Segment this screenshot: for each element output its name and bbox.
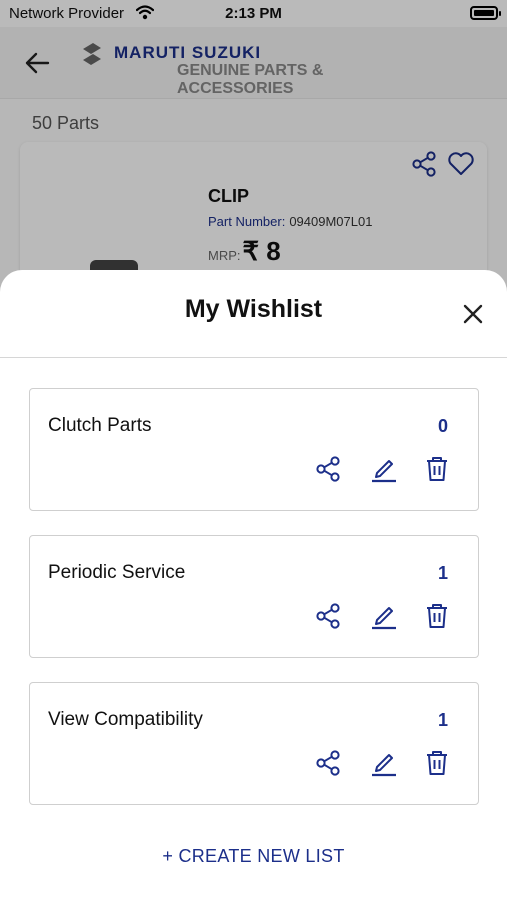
trash-icon	[427, 457, 447, 481]
wishlist-count: 1	[437, 710, 448, 730]
close-icon	[463, 304, 483, 324]
delete-list-button[interactable]	[419, 598, 455, 634]
wishlist-item[interactable]: Periodic Service 1	[29, 535, 479, 658]
pencil-icon	[372, 754, 396, 777]
share-icon	[316, 750, 340, 776]
edit-list-button[interactable]	[366, 451, 402, 487]
wishlist-count: 1	[437, 563, 448, 583]
wishlist-name: Clutch Parts	[48, 415, 152, 436]
sheet-title: My Wishlist	[184, 295, 323, 323]
sheet-header: My Wishlist	[0, 270, 507, 358]
wishlist-count: 0	[437, 416, 448, 436]
pencil-icon	[372, 607, 396, 630]
pencil-icon	[372, 460, 396, 483]
delete-list-button[interactable]	[419, 451, 455, 487]
share-list-button[interactable]	[310, 451, 346, 487]
edit-list-button[interactable]	[366, 598, 402, 634]
close-button[interactable]	[453, 294, 493, 334]
trash-icon	[427, 604, 447, 628]
share-icon	[316, 603, 340, 629]
share-icon	[316, 456, 340, 482]
wishlist-name: Periodic Service	[48, 562, 186, 583]
share-list-button[interactable]	[310, 745, 346, 781]
wishlist-item[interactable]: View Compatibility 1	[29, 682, 479, 805]
share-list-button[interactable]	[310, 598, 346, 634]
edit-list-button[interactable]	[366, 745, 402, 781]
trash-icon	[427, 751, 447, 775]
wishlist-name: View Compatibility	[48, 709, 203, 730]
delete-list-button[interactable]	[419, 745, 455, 781]
create-new-list-button[interactable]: + CREATE NEW LIST	[0, 846, 507, 867]
wishlist-sheet: My Wishlist Clutch Parts 0 Periodic Serv…	[0, 270, 507, 900]
wishlist-item[interactable]: Clutch Parts 0	[29, 388, 479, 511]
